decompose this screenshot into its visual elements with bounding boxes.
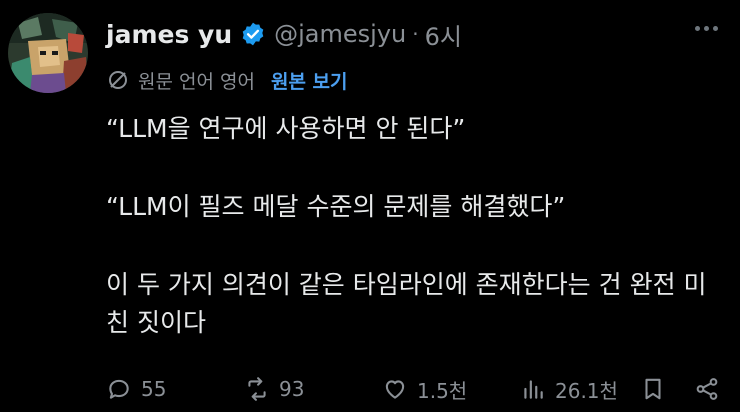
tweet-header: james yu @jamesjyu · 6시 [106,14,462,54]
views-count: 26.1천 [555,378,618,403]
bookmark-icon [645,378,661,400]
tweet-text: “LLM을 연구에 사용하면 안 된다” “LLM이 필즈 메달 수준의 문제를… [106,110,726,342]
reply-count: 55 [141,377,167,401]
tweet-paragraph: “LLM을 연구에 사용하면 안 된다” [106,114,466,143]
author-handle[interactable]: @jamesjyu [274,20,406,48]
avatar[interactable] [8,13,88,93]
translation-notice: 원문 언어 영어 원본 보기 [106,66,348,94]
tweet-paragraph: 이 두 가지 의견이 같은 타임라인에 존재한다는 건 완전 미친 짓이다 [106,270,707,337]
post-time[interactable]: 6시 [425,17,462,52]
translate-globe-icon [109,71,127,89]
heart-icon [385,380,405,399]
reply-icon [109,379,129,399]
views-chart-icon [524,380,543,399]
repost-button[interactable]: 93 [244,372,304,406]
reply-button[interactable]: 55 [106,372,166,406]
share-button[interactable] [694,372,729,406]
views-button[interactable]: 26.1천 [520,372,618,406]
like-button[interactable]: 1.5천 [382,372,467,406]
tweet-paragraph: “LLM이 필즈 메달 수준의 문제를 해결했다” [106,192,566,221]
author-name[interactable]: james yu [106,20,232,49]
repost-icon [248,377,266,401]
more-options-icon[interactable] [695,26,718,31]
action-bar: 55 93 1.5천 26.1천 [106,372,726,406]
translation-note: 원문 언어 영어 [138,70,255,93]
verified-badge-icon [240,21,266,47]
view-original-link[interactable]: 원본 보기 [271,67,348,94]
share-icon [696,378,718,400]
like-count: 1.5천 [417,378,468,403]
repost-count: 93 [279,377,305,401]
bookmark-button[interactable] [640,372,675,406]
separator-dot: · [412,22,419,46]
